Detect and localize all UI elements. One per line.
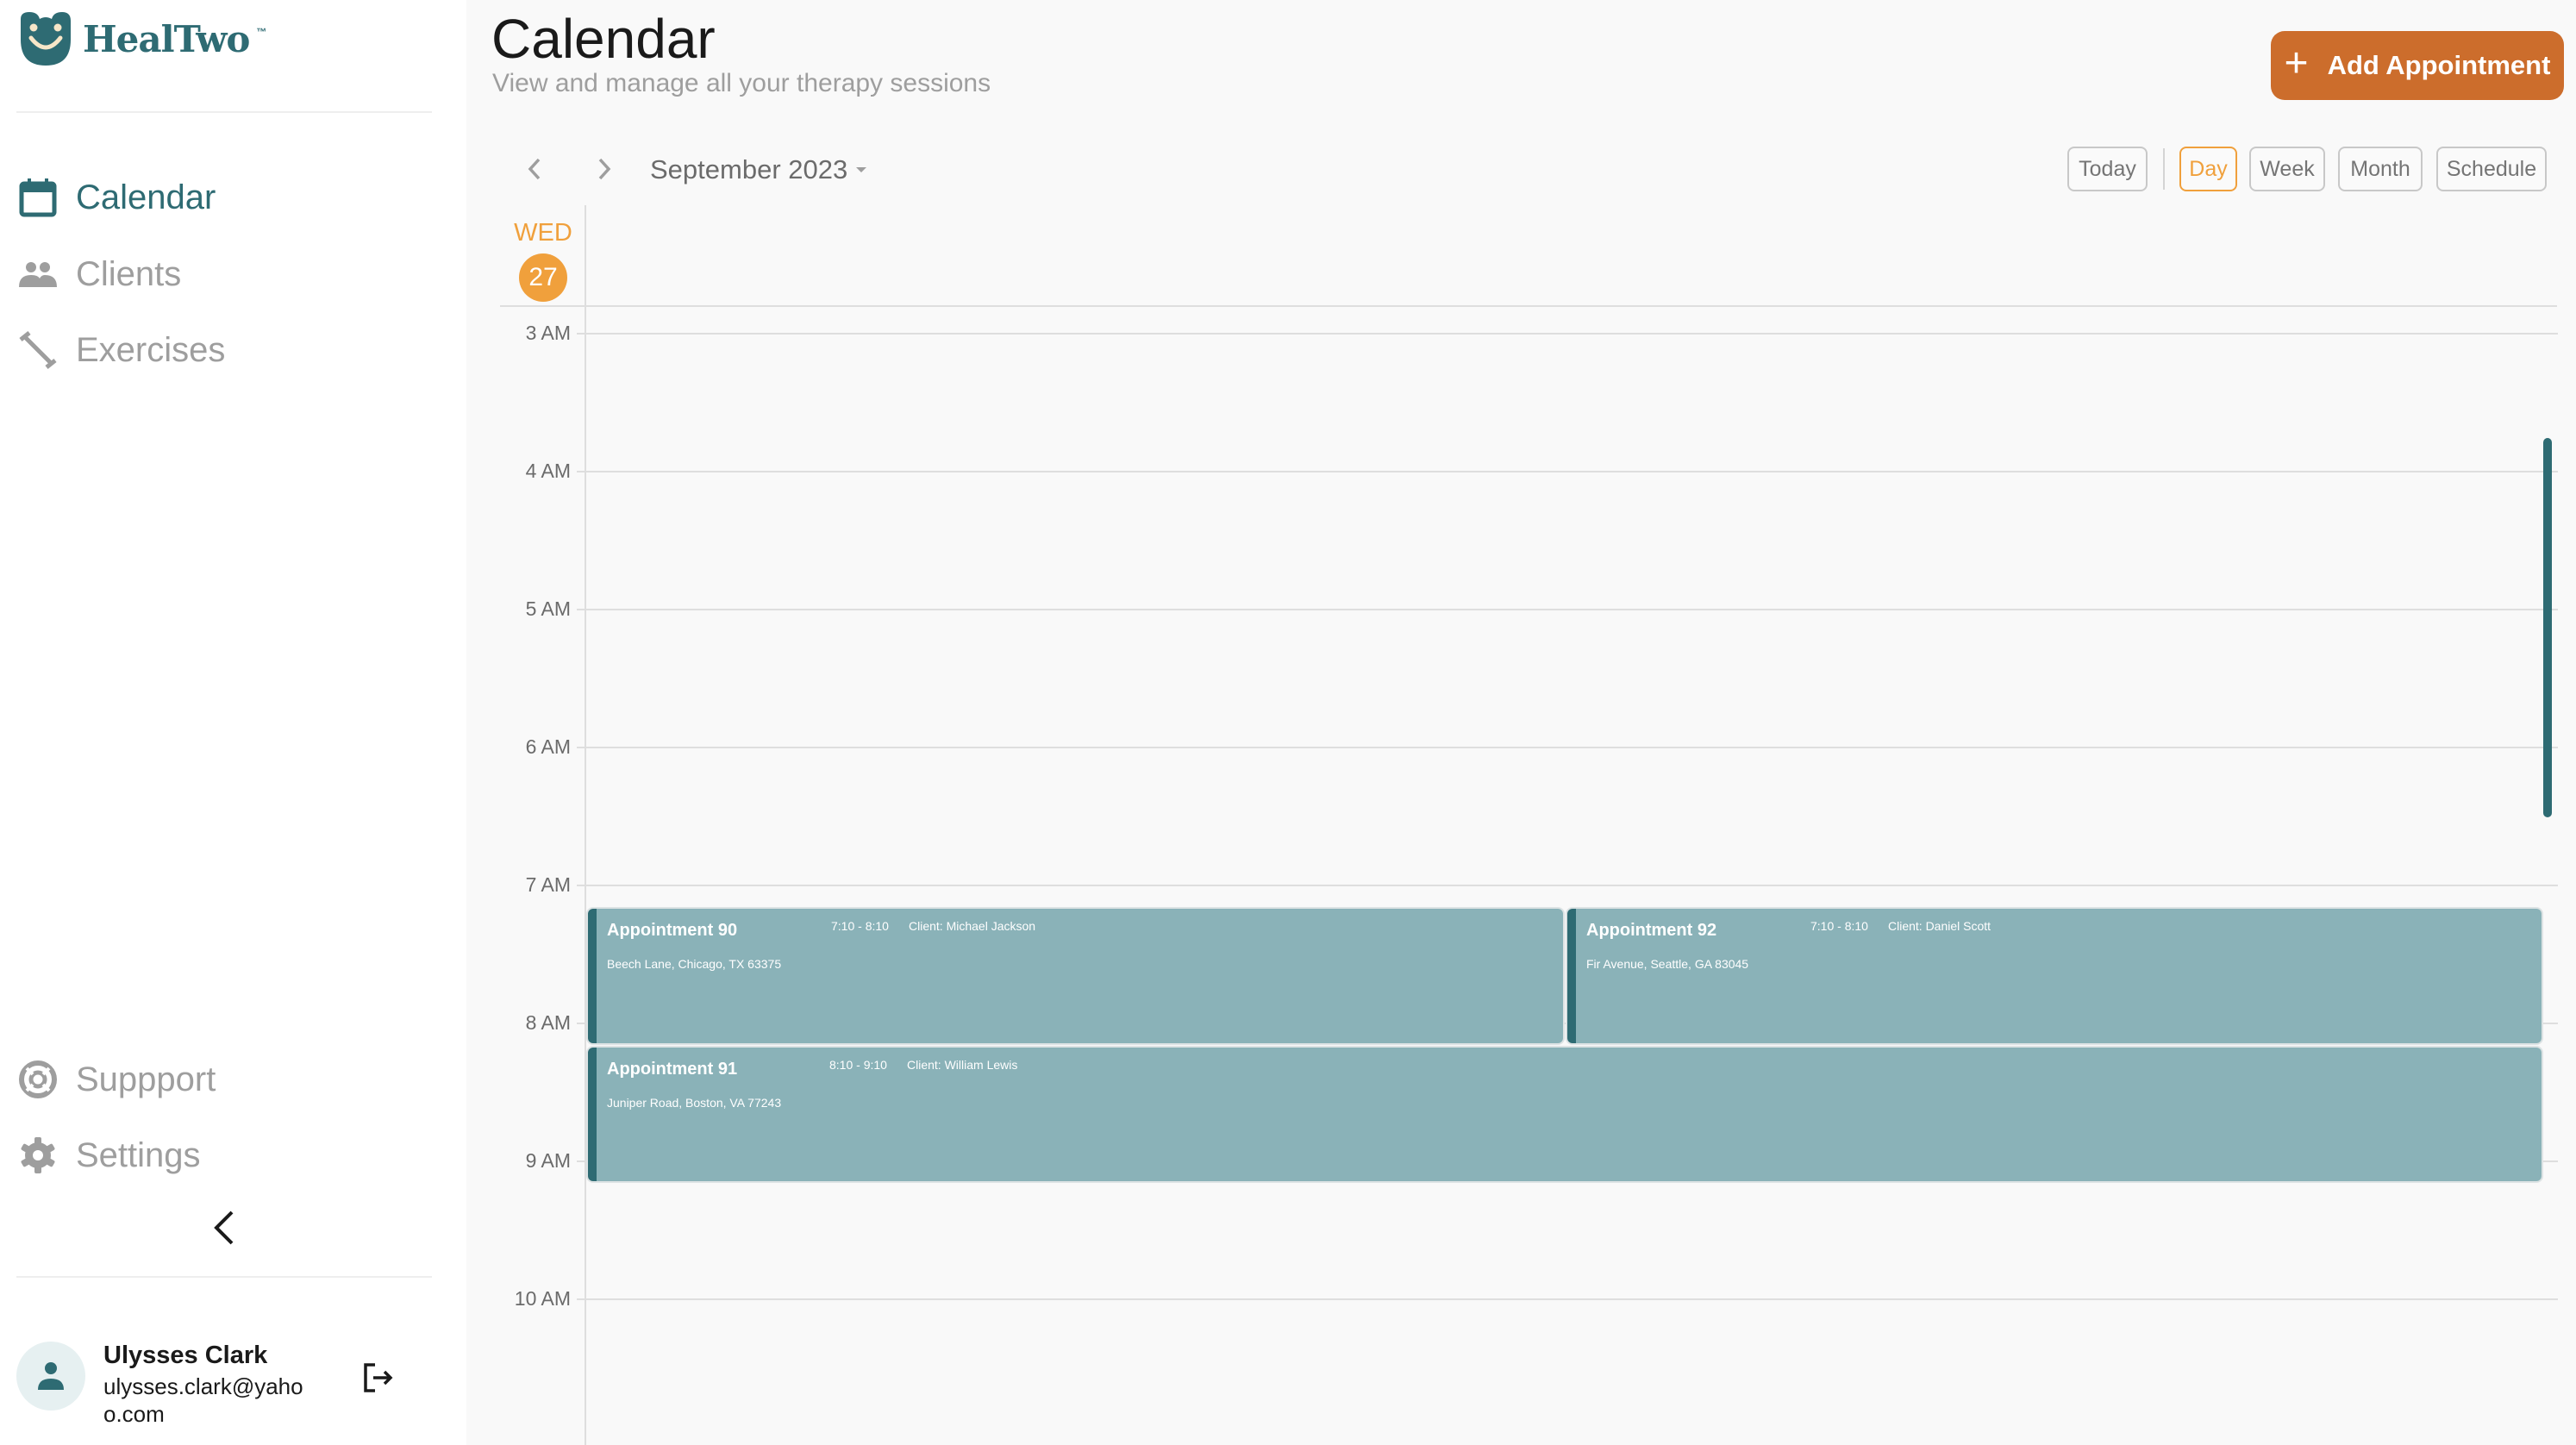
chevron-left-icon (528, 158, 541, 180)
appointment-time: 7:10 - 8:10 (1810, 919, 1868, 933)
previous-button[interactable] (517, 152, 552, 186)
month-label: September 2023 (650, 154, 848, 185)
user-name: Ulysses Clark (103, 1342, 268, 1369)
day-of-week: WED (514, 219, 572, 247)
appointment-client: Client: William Lewis (907, 1058, 1018, 1072)
logout-button[interactable] (360, 1359, 397, 1397)
brand-logo[interactable]: HealTwo ™ (16, 12, 266, 66)
hour-label: 10 AM (514, 1287, 571, 1310)
sidebar-item-exercises[interactable]: Exercises (17, 324, 225, 376)
sidebar-item-support[interactable]: Suppport (17, 1054, 216, 1105)
sidebar-item-settings[interactable]: Settings (17, 1129, 201, 1181)
calendar-icon (17, 177, 59, 218)
sidebar-item-calendar[interactable]: Calendar (17, 172, 216, 223)
sidebar-item-label: Clients (76, 254, 182, 293)
support-icon (17, 1059, 59, 1100)
collapse-sidebar-button[interactable] (207, 1207, 241, 1248)
appointment-time: 7:10 - 8:10 (831, 919, 889, 933)
sidebar-item-clients[interactable]: Clients (17, 248, 181, 300)
people-icon (17, 253, 59, 295)
view-day-button[interactable]: Day (2179, 147, 2237, 191)
add-appointment-label: Add Appointment (2327, 50, 2551, 80)
sidebar-divider-top (16, 111, 432, 113)
today-button[interactable]: Today (2067, 147, 2148, 191)
appointment-address: Fir Avenue, Seattle, GA 83045 (1586, 957, 1749, 971)
appointment-title: Appointment 90 (607, 921, 738, 940)
sidebar-item-label: Settings (76, 1135, 201, 1174)
hour-label: 4 AM (525, 460, 571, 482)
dumbbell-icon (17, 329, 59, 371)
view-week-button[interactable]: Week (2249, 147, 2325, 191)
hour-gridline (577, 609, 2558, 610)
sidebar: HealTwo ™ Calendar Clients Exercises Supp… (0, 0, 466, 1445)
appointment-card[interactable]: Appointment 91 8:10 - 9:10 Client: Willi… (588, 1048, 2542, 1181)
user-profile: Ulysses Clark ulysses.clark@yahoo.com (16, 1342, 447, 1427)
sidebar-item-label: Suppport (76, 1060, 216, 1098)
calendar-scrollbar[interactable] (2543, 438, 2552, 817)
logout-icon (364, 1363, 393, 1392)
appointment-time: 8:10 - 9:10 (829, 1058, 887, 1072)
appointment-address: Beech Lane, Chicago, TX 63375 (607, 957, 782, 971)
hour-label: 8 AM (525, 1011, 571, 1034)
chevron-left-icon (214, 1210, 234, 1245)
hour-label: 9 AM (525, 1149, 571, 1172)
page-subtitle: View and manage all your therapy session… (492, 69, 991, 97)
hour-label: 7 AM (525, 873, 571, 896)
hour-gridline (577, 471, 2558, 472)
appointment-address: Juniper Road, Boston, VA 77243 (607, 1096, 782, 1110)
appointment-card[interactable]: Appointment 92 7:10 - 8:10 Client: Danie… (1567, 909, 2542, 1043)
avatar[interactable] (16, 1342, 85, 1411)
hour-gridline (577, 885, 2558, 886)
sidebar-divider-bottom (16, 1276, 432, 1278)
month-selector[interactable]: September 2023 (650, 152, 867, 188)
appointment-client: Client: Michael Jackson (909, 919, 1036, 933)
sidebar-item-label: Exercises (76, 330, 226, 369)
appointment-title: Appointment 91 (607, 1060, 738, 1079)
hour-gridline (577, 747, 2558, 748)
hour-gridline (577, 333, 2558, 335)
sidebar-item-label: Calendar (76, 178, 216, 216)
add-appointment-button[interactable]: + Add Appointment (2271, 31, 2564, 100)
logo-icon (21, 12, 71, 66)
brand-name: HealTwo (83, 17, 250, 60)
page-title: Calendar (491, 8, 716, 70)
day-number[interactable]: 27 (519, 253, 567, 302)
hour-label: 6 AM (525, 735, 571, 758)
hour-gridline (577, 1298, 2558, 1300)
view-month-button[interactable]: Month (2338, 147, 2423, 191)
appointment-card[interactable]: Appointment 90 7:10 - 8:10 Client: Micha… (588, 909, 1563, 1043)
day-header-divider (500, 305, 2557, 307)
user-email: ulysses.clark@yahoo.com (103, 1373, 303, 1427)
appointment-title: Appointment 92 (1586, 921, 1717, 940)
appointment-client: Client: Daniel Scott (1888, 919, 1991, 933)
view-schedule-button[interactable]: Schedule (2436, 147, 2547, 191)
hour-label: 3 AM (525, 322, 571, 344)
chevron-right-icon (598, 158, 611, 180)
time-gutter-divider (585, 205, 586, 1445)
gear-icon (17, 1135, 59, 1176)
person-icon (38, 1362, 64, 1390)
toolbar-separator (2163, 148, 2165, 190)
next-button[interactable] (587, 152, 622, 186)
hour-label: 5 AM (525, 597, 571, 620)
trademark: ™ (256, 26, 267, 38)
plus-icon: + (2284, 41, 2309, 86)
caret-down-icon (856, 167, 867, 172)
